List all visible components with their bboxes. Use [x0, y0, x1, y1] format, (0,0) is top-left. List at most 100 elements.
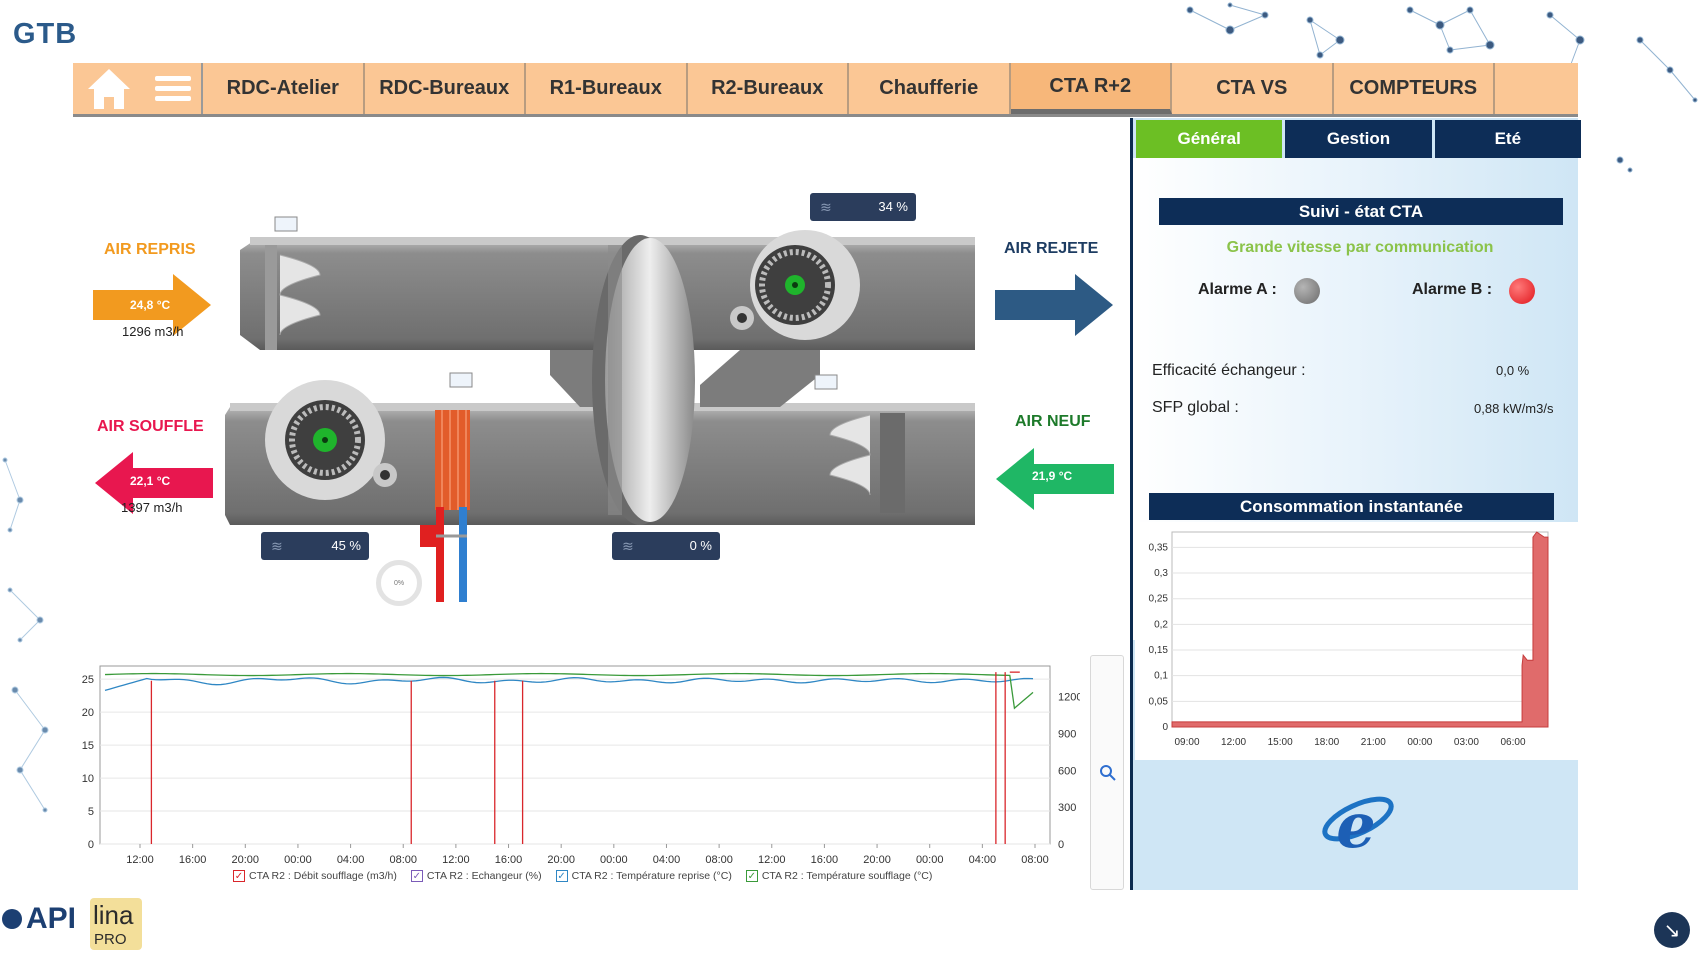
x-tick-label: 04:00 — [653, 854, 681, 866]
decorative-network-graphic-left — [2, 457, 49, 813]
menu-button[interactable] — [145, 63, 203, 114]
wave-icon: ≋ — [622, 538, 634, 554]
lina-pro-logo: lina PRO — [90, 898, 142, 950]
tab-gestion[interactable]: Gestion — [1285, 120, 1432, 158]
x-tick-label: 12:00 — [442, 854, 470, 866]
arrow-down-right-icon: ↘ — [1663, 919, 1681, 942]
tab-rdc-bureaux[interactable]: RDC-Bureaux — [365, 63, 526, 114]
x-tick-label: 21:00 — [1361, 737, 1386, 748]
home-icon — [88, 68, 130, 109]
supply-fan — [265, 380, 397, 500]
air-repris-temp: 24,8 °C — [130, 298, 171, 312]
y-left-tick-label: 5 — [88, 806, 94, 818]
x-tick-label: 04:00 — [337, 854, 365, 866]
x-tick-label: 12:00 — [758, 854, 786, 866]
plot-area — [99, 665, 1051, 845]
x-tick-label: 12:00 — [1221, 737, 1246, 748]
x-tick-label: 12:00 — [126, 854, 154, 866]
x-tick-label: 08:00 — [705, 854, 733, 866]
consumption-chart: 0 0,05 0,1 0,15 0,2 0,25 0,3 0,35 09:00 12:00 15:0… — [1135, 522, 1578, 760]
tab-cta-r2[interactable]: CTA R+2 — [1010, 63, 1172, 114]
tab-r2-bureaux[interactable]: R2-Bureaux — [688, 63, 849, 114]
rotary-heat-wheel — [592, 235, 695, 525]
api-logo: API — [2, 902, 76, 936]
svg-text:e: e — [1336, 789, 1375, 859]
home-button[interactable] — [73, 63, 145, 114]
x-tick-label: 08:00 — [1021, 854, 1049, 866]
air-souffle-temp: 22,1 °C — [130, 474, 171, 488]
y-left-tick-label: 10 — [82, 773, 94, 785]
wave-icon: ≋ — [820, 199, 832, 215]
y-tick-label: 0,35 — [1149, 542, 1169, 553]
alarm-b-indicator — [1509, 278, 1535, 304]
x-tick-label: 00:00 — [1407, 737, 1432, 748]
legend-item[interactable]: ✓ CTA R2 : Débit soufflage (m3/h) — [233, 870, 397, 882]
y-right-tick-label: 0 — [1058, 839, 1064, 851]
legend-item[interactable]: ✓ CTA R2 : Température soufflage (°C) — [745, 870, 932, 882]
alarm-a-indicator — [1294, 278, 1320, 304]
x-tick-label: 16:00 — [811, 854, 839, 866]
y-tick-label: 0,15 — [1149, 645, 1169, 656]
x-tick-label: 09:00 — [1174, 737, 1199, 748]
air-rejete-arrow — [995, 274, 1113, 336]
legend-item[interactable]: ✓ CTA R2 : Echangeur (%) — [410, 870, 542, 882]
trend-chart: 0 5 10 15 20 25 0 300 600 900 1200 12:00 16:00 20:00 0… — [82, 665, 1080, 866]
y-left-tick-label: 15 — [82, 740, 94, 752]
y-tick-label: 0,05 — [1149, 696, 1169, 707]
cta-status-text: Grande vitesse par communication — [1226, 239, 1494, 256]
tab-cta-vs[interactable]: CTA VS — [1172, 63, 1334, 114]
y-right-tick-label: 300 — [1058, 802, 1076, 814]
tab-chaufferie[interactable]: Chaufferie — [849, 63, 1011, 114]
sfp-label: SFP global : — [1152, 399, 1239, 416]
y-tick-label: 0 — [1162, 722, 1168, 733]
tab-ete[interactable]: Eté — [1434, 120, 1581, 158]
legend-item[interactable]: ✓ CTA R2 : Température reprise (°C) — [555, 870, 732, 882]
y-tick-label: 0,25 — [1149, 594, 1169, 605]
efficacite-label: Efficacité échangeur : — [1152, 362, 1306, 379]
wave-icon: ≋ — [271, 538, 283, 554]
y-left-tick-label: 20 — [82, 707, 94, 719]
wheel-speed-pill: ≋ 34 % — [810, 193, 916, 221]
internet-explorer-icon[interactable]: e — [1318, 787, 1396, 859]
corner-nav-button[interactable]: ↘ — [1654, 912, 1690, 948]
y-left-tick-label: 25 — [82, 674, 94, 686]
x-tick-label: 15:00 — [1268, 737, 1293, 748]
x-tick-label: 08:00 — [389, 854, 417, 866]
x-tick-label: 16:00 — [179, 854, 207, 866]
hamburger-menu-icon — [155, 75, 191, 101]
air-repris-label: AIR REPRIS — [104, 241, 196, 258]
air-souffle-label: AIR SOUFFLE — [97, 418, 204, 435]
x-tick-label: 03:00 — [1454, 737, 1479, 748]
tab-r1-bureaux[interactable]: R1-Bureaux — [526, 63, 688, 114]
y-right-tick-label: 600 — [1058, 765, 1076, 777]
chart-zoom-panel — [1090, 655, 1124, 890]
y-tick-label: 0,1 — [1154, 671, 1168, 682]
air-neuf-label: AIR NEUF — [1015, 413, 1091, 430]
tab-general[interactable]: Général — [1136, 120, 1283, 158]
efficacite-value: 0,0 % — [1496, 363, 1530, 378]
supply-fan-speed-pill: ≋ 45 % — [261, 532, 369, 560]
plot-area — [1171, 531, 1549, 728]
x-tick-label: 20:00 — [863, 854, 891, 866]
sfp-value: 0,88 kW/m3/s — [1474, 401, 1554, 416]
x-tick-label: 16:00 — [495, 854, 523, 866]
alarm-a-label: Alarme A : — [1198, 281, 1277, 298]
ahu-synoptic — [225, 216, 975, 602]
x-tick-label: 00:00 — [284, 854, 312, 866]
main-nav: RDC-Atelier RDC-Bureaux R1-Bureaux R2-Bu… — [73, 63, 1578, 117]
y-tick-label: 0,2 — [1154, 619, 1168, 630]
conso-title: Consommation instantanée — [1149, 493, 1554, 520]
alarm-b-label: Alarme B : — [1412, 281, 1493, 298]
valve-gauge: 0% — [376, 560, 422, 606]
tab-rdc-atelier[interactable]: RDC-Atelier — [203, 63, 365, 114]
magnifier-icon[interactable] — [1099, 764, 1117, 782]
air-souffle-flow: 1397 m3/h — [121, 500, 183, 515]
air-repris-flow: 1296 m3/h — [122, 324, 184, 339]
y-left-tick-label: 0 — [88, 839, 94, 851]
x-tick-label: 04:00 — [969, 854, 997, 866]
x-tick-label: 00:00 — [916, 854, 944, 866]
tab-compteurs[interactable]: COMPTEURS — [1334, 63, 1495, 114]
air-rejete-label: AIR REJETE — [1004, 240, 1099, 257]
x-tick-label: 06:00 — [1500, 737, 1525, 748]
heating-valve-pill: ≋ 0 % — [612, 532, 720, 560]
